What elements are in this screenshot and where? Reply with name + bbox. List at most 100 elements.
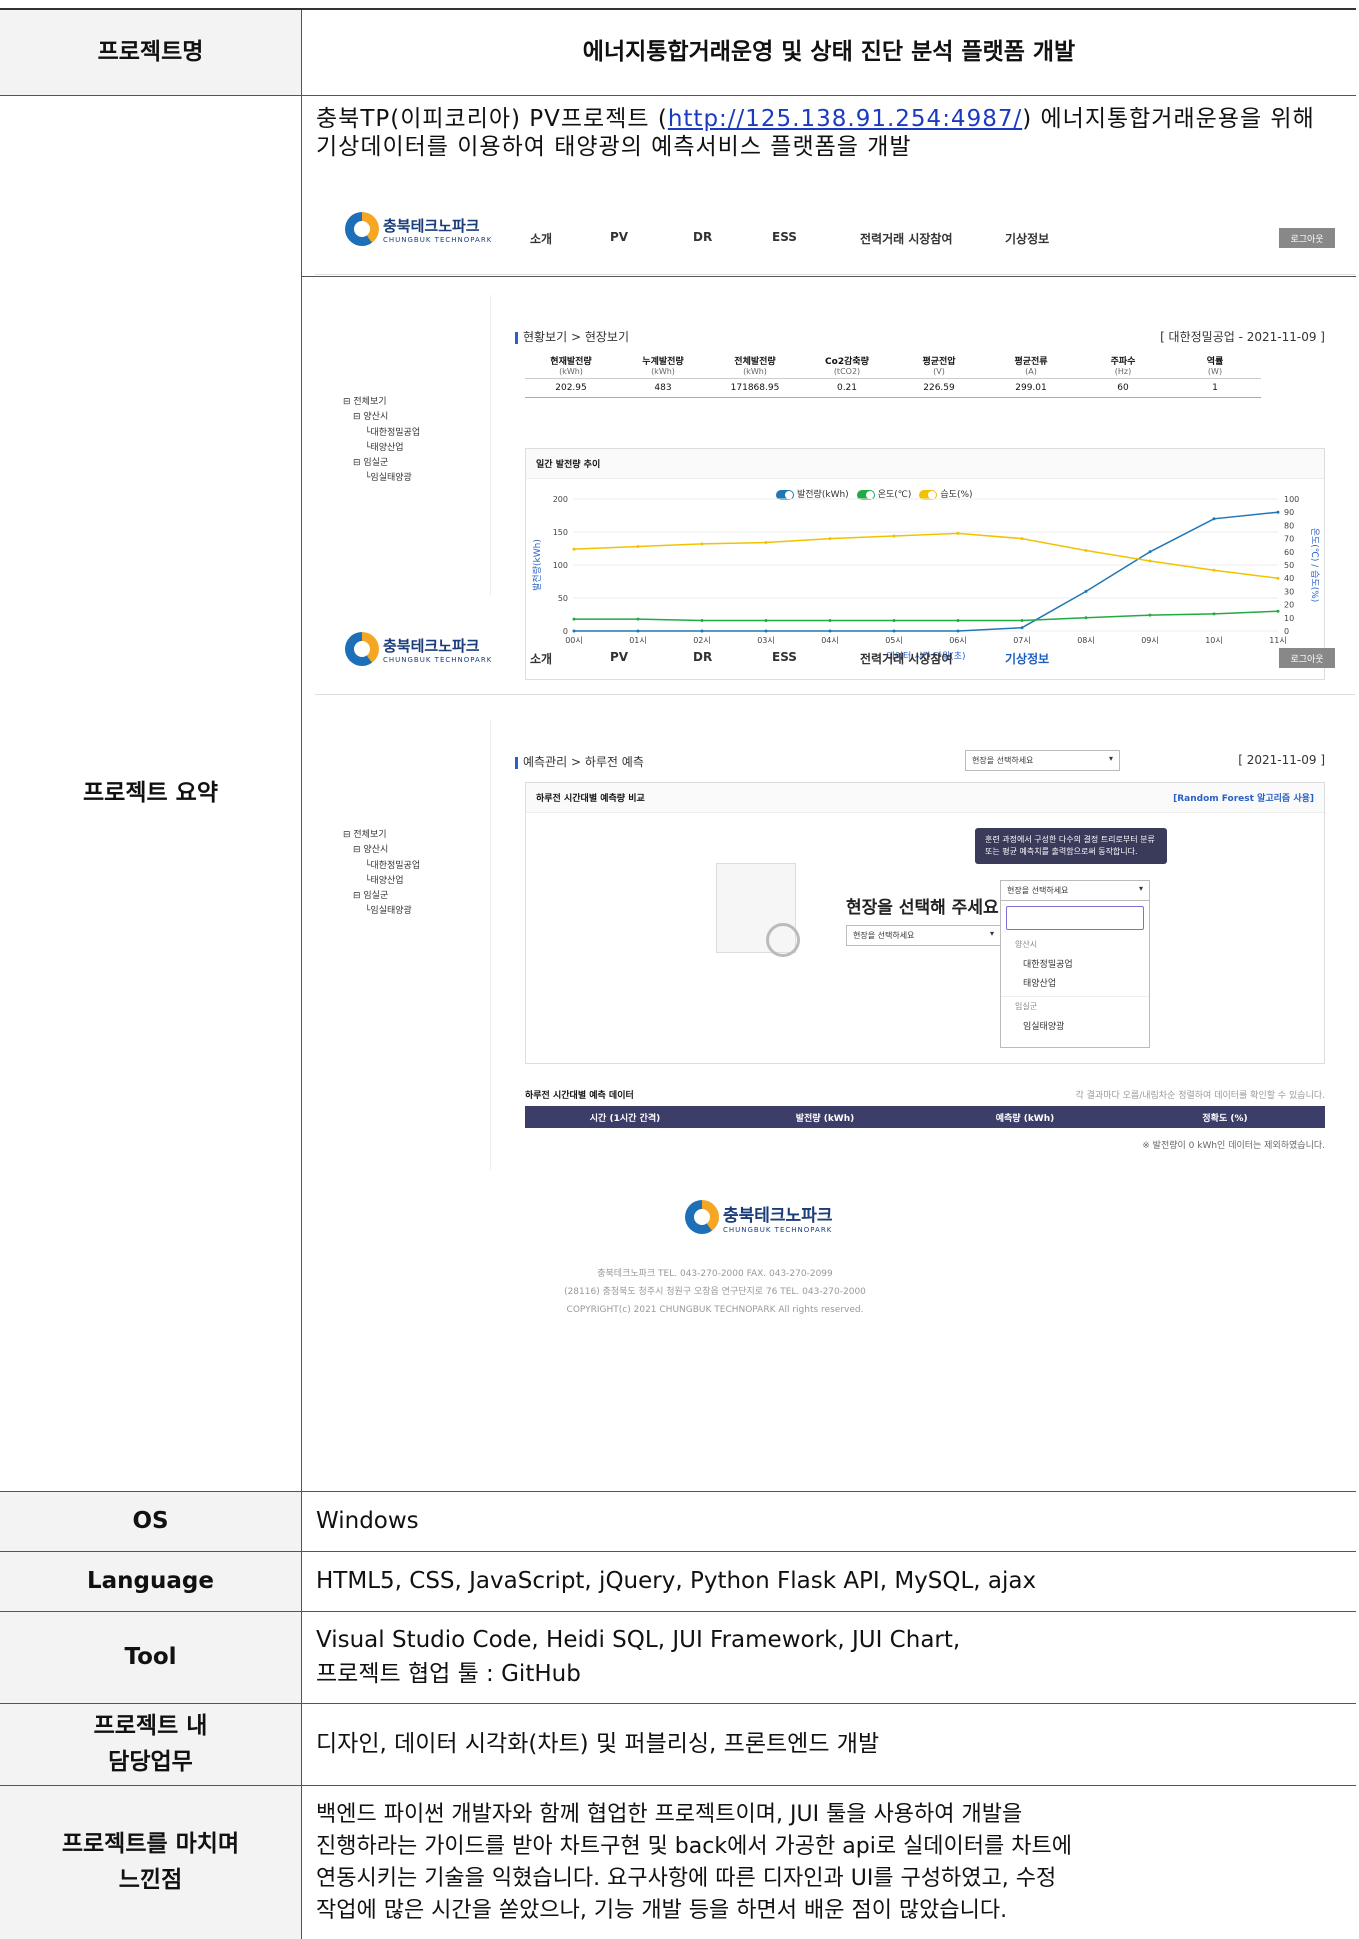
feelings-line-1: 백엔드 파이썬 개발자와 함께 협업한 프로젝트이며, JUI 툴을 사용하여 … [316, 1802, 1023, 1828]
series-point-2 [636, 545, 640, 549]
row-language: Language HTML5, CSS, JavaScript, jQuery,… [0, 1552, 1356, 1612]
tree-item-daehan[interactable]: └대한정밀공업 [343, 859, 420, 874]
tool-label: Tool [0, 1612, 302, 1703]
tree-item-taeyang[interactable]: └태양산업 [343, 874, 420, 889]
tool-line-2: 프로젝트 협업 툴 : GitHub [316, 1660, 581, 1687]
tree-divider-2 [490, 720, 491, 1170]
nav-bar-1: 충북테크노파크 CHUNGBUK TECHNOPARK 소개 PV DR ESS… [315, 200, 1355, 275]
dropdown-item-daehan[interactable]: 대한정밀공업 [1001, 954, 1149, 973]
site-select-top[interactable]: 현장을 선택하세요 [965, 750, 1120, 771]
stats-header: 전체발전량 (kWh) [709, 352, 801, 379]
menu-item-market[interactable]: 전력거래 시장참여 [860, 650, 953, 667]
menu-item-ess[interactable]: ESS [772, 230, 797, 244]
series-point-2 [956, 531, 960, 535]
col-time[interactable]: 시간 (1시간 간격) [525, 1111, 725, 1124]
tree-item-yangsan[interactable]: ⊟ 양산시 [343, 410, 420, 425]
series-point-0 [1276, 510, 1280, 514]
menu-item-weather[interactable]: 기상정보 [1005, 230, 1049, 247]
logo-text: 충북테크노파크 [383, 216, 480, 235]
logo-sub: CHUNGBUK TECHNOPARK [723, 1225, 833, 1234]
tool-value: Visual Studio Code, Heidi SQL, JUI Frame… [302, 1612, 1356, 1703]
logo-mark-icon [685, 1200, 719, 1234]
logo-mark-icon [345, 212, 379, 246]
stats-value: 1 [1169, 378, 1261, 398]
y2-tick-label: 100 [1284, 495, 1299, 504]
series-point-2 [1212, 568, 1216, 572]
series-point-1 [1212, 612, 1216, 616]
y-tick-label: 50 [558, 594, 568, 603]
tree-divider-1 [490, 295, 491, 595]
forecast-data-note: 각 결과마다 오름/내림차순 정렬하여 데이터를 확인할 수 있습니다. [1075, 1091, 1325, 1101]
site-dropdown: 양산시 대한정밀공업 태양산업 임실군 임실태양광 [1000, 900, 1150, 1048]
menu-item-dr[interactable]: DR [693, 650, 712, 664]
site-tree-2: ⊟ 전체보기 ⊟ 양산시 └대한정밀공업 └태양산업 ⊟ 임실군 └임실태양광 [343, 828, 420, 920]
duty-value: 디자인, 데이터 시각화(차트) 및 퍼블리싱, 프론트엔드 개발 [316, 1730, 880, 1757]
tree-item-imsil[interactable]: ⊟ 임실군 [343, 456, 420, 471]
col-power[interactable]: 발전량 (kWh) [725, 1111, 925, 1124]
feelings-line-2: 진행하라는 가이드를 받아 차트구현 및 back에서 가공한 api로 실데이… [316, 1834, 1072, 1860]
logout-button[interactable]: 로그아웃 [1279, 228, 1335, 248]
breadcrumb-2: 예측관리 > 하루전 예측 [515, 753, 644, 770]
col-accuracy[interactable]: 정확도 (%) [1125, 1111, 1325, 1124]
summary-text-before: 충북TP(이피코리아) PV프로젝트 ( [316, 106, 668, 132]
menu-item-pv[interactable]: PV [610, 230, 628, 244]
feelings-label: 프로젝트를 마치며 느낀점 [0, 1786, 302, 1939]
y2-tick-label: 40 [1284, 574, 1294, 583]
series-point-2 [1148, 559, 1152, 563]
series-point-2 [892, 534, 896, 538]
menu-item-dr[interactable]: DR [693, 230, 712, 244]
y2-tick-label: 70 [1284, 535, 1294, 544]
random-forest-label: [Random Forest 알고리즘 사용] [1173, 794, 1314, 804]
logo-1: 충북테크노파크 CHUNGBUK TECHNOPARK [345, 212, 492, 246]
series-point-0 [1148, 550, 1152, 554]
site-select-open[interactable]: 현장을 선택하세요 [1000, 880, 1150, 901]
row-project-name: 프로젝트명 에너지통합거래운영 및 상태 진단 분석 플랫폼 개발 [0, 10, 1356, 96]
y2-tick-label: 20 [1284, 601, 1294, 610]
summary-label: 프로젝트 요약 [0, 96, 302, 1491]
screenshot-area: 충북테크노파크 CHUNGBUK TECHNOPARK 소개 PV DR ESS… [315, 200, 1355, 1430]
project-link[interactable]: http://125.138.91.254:4987/ [668, 106, 1022, 132]
tree-item-taeyang[interactable]: └태양산업 [343, 441, 420, 456]
menu-item-pv[interactable]: PV [610, 650, 628, 664]
menu-item-intro[interactable]: 소개 [530, 650, 552, 667]
footer-line-2: (28116) 충청북도 청주시 청원구 오창읍 연구단지로 76 TEL. 0… [564, 1287, 866, 1297]
logout-button[interactable]: 로그아웃 [1279, 648, 1335, 668]
series-point-0 [1084, 589, 1088, 593]
y-axis-label: 발전량(kWh) [531, 539, 543, 591]
site-tree-1: ⊟ 전체보기 ⊟ 양산시 └대한정밀공업 └태양산업 ⊟ 임실군 └임실태양광 [343, 395, 420, 487]
logo-2: 충북테크노파크 CHUNGBUK TECHNOPARK [345, 632, 492, 666]
dropdown-item-imsil-solar[interactable]: 임실태양광 [1001, 1016, 1149, 1035]
site-select-center[interactable]: 현장을 선택하세요 [846, 925, 1001, 946]
tree-item-all[interactable]: ⊟ 전체보기 [343, 395, 420, 410]
language-value: HTML5, CSS, JavaScript, jQuery, Python F… [316, 1567, 1037, 1594]
project-name-label: 프로젝트명 [0, 10, 302, 95]
col-forecast[interactable]: 예측량 (kWh) [925, 1111, 1125, 1124]
forecast-data-header: 하루전 시간대별 예측 데이터 각 결과마다 오름/내림차순 정렬하여 데이터를… [525, 1088, 1325, 1101]
menu-item-market[interactable]: 전력거래 시장참여 [860, 230, 953, 247]
summary-text: 충북TP(이피코리아) PV프로젝트 (http://125.138.91.25… [316, 106, 1342, 161]
stats-value: 0.21 [801, 378, 893, 398]
tool-line-1: Visual Studio Code, Heidi SQL, JUI Frame… [316, 1627, 961, 1654]
tree-item-yangsan[interactable]: ⊟ 양산시 [343, 843, 420, 858]
tree-item-daehan[interactable]: └대한정밀공업 [343, 426, 420, 441]
dropdown-item-taeyang[interactable]: 태양산업 [1001, 973, 1149, 992]
series-line-0 [574, 511, 1279, 632]
tree-item-imsil-solar[interactable]: └임실태양광 [343, 471, 420, 486]
menu-item-weather-active[interactable]: 기상정보 [1005, 650, 1049, 667]
tree-item-all[interactable]: ⊟ 전체보기 [343, 828, 420, 843]
series-point-2 [828, 537, 832, 541]
y2-tick-label: 80 [1284, 521, 1294, 530]
stats-value: 171868.95 [709, 378, 801, 398]
tree-item-imsil[interactable]: ⊟ 임실군 [343, 889, 420, 904]
menu-item-intro[interactable]: 소개 [530, 230, 552, 247]
footer-info: 충북테크노파크 TEL. 043-270-2000 FAX. 043-270-2… [505, 1265, 925, 1319]
menu-item-ess[interactable]: ESS [772, 650, 797, 664]
stats-header: 누계발전량 (kWh) [617, 352, 709, 379]
project-name: 에너지통합거래운영 및 상태 진단 분석 플랫폼 개발 [582, 38, 1076, 65]
stats-header: 주파수 (Hz) [1077, 352, 1169, 379]
series-point-2 [764, 541, 768, 545]
logo-mark-icon [345, 632, 379, 666]
tree-item-imsil-solar[interactable]: └임실태양광 [343, 904, 420, 919]
os-label: OS [0, 1492, 302, 1551]
dropdown-search-input[interactable] [1006, 906, 1144, 930]
